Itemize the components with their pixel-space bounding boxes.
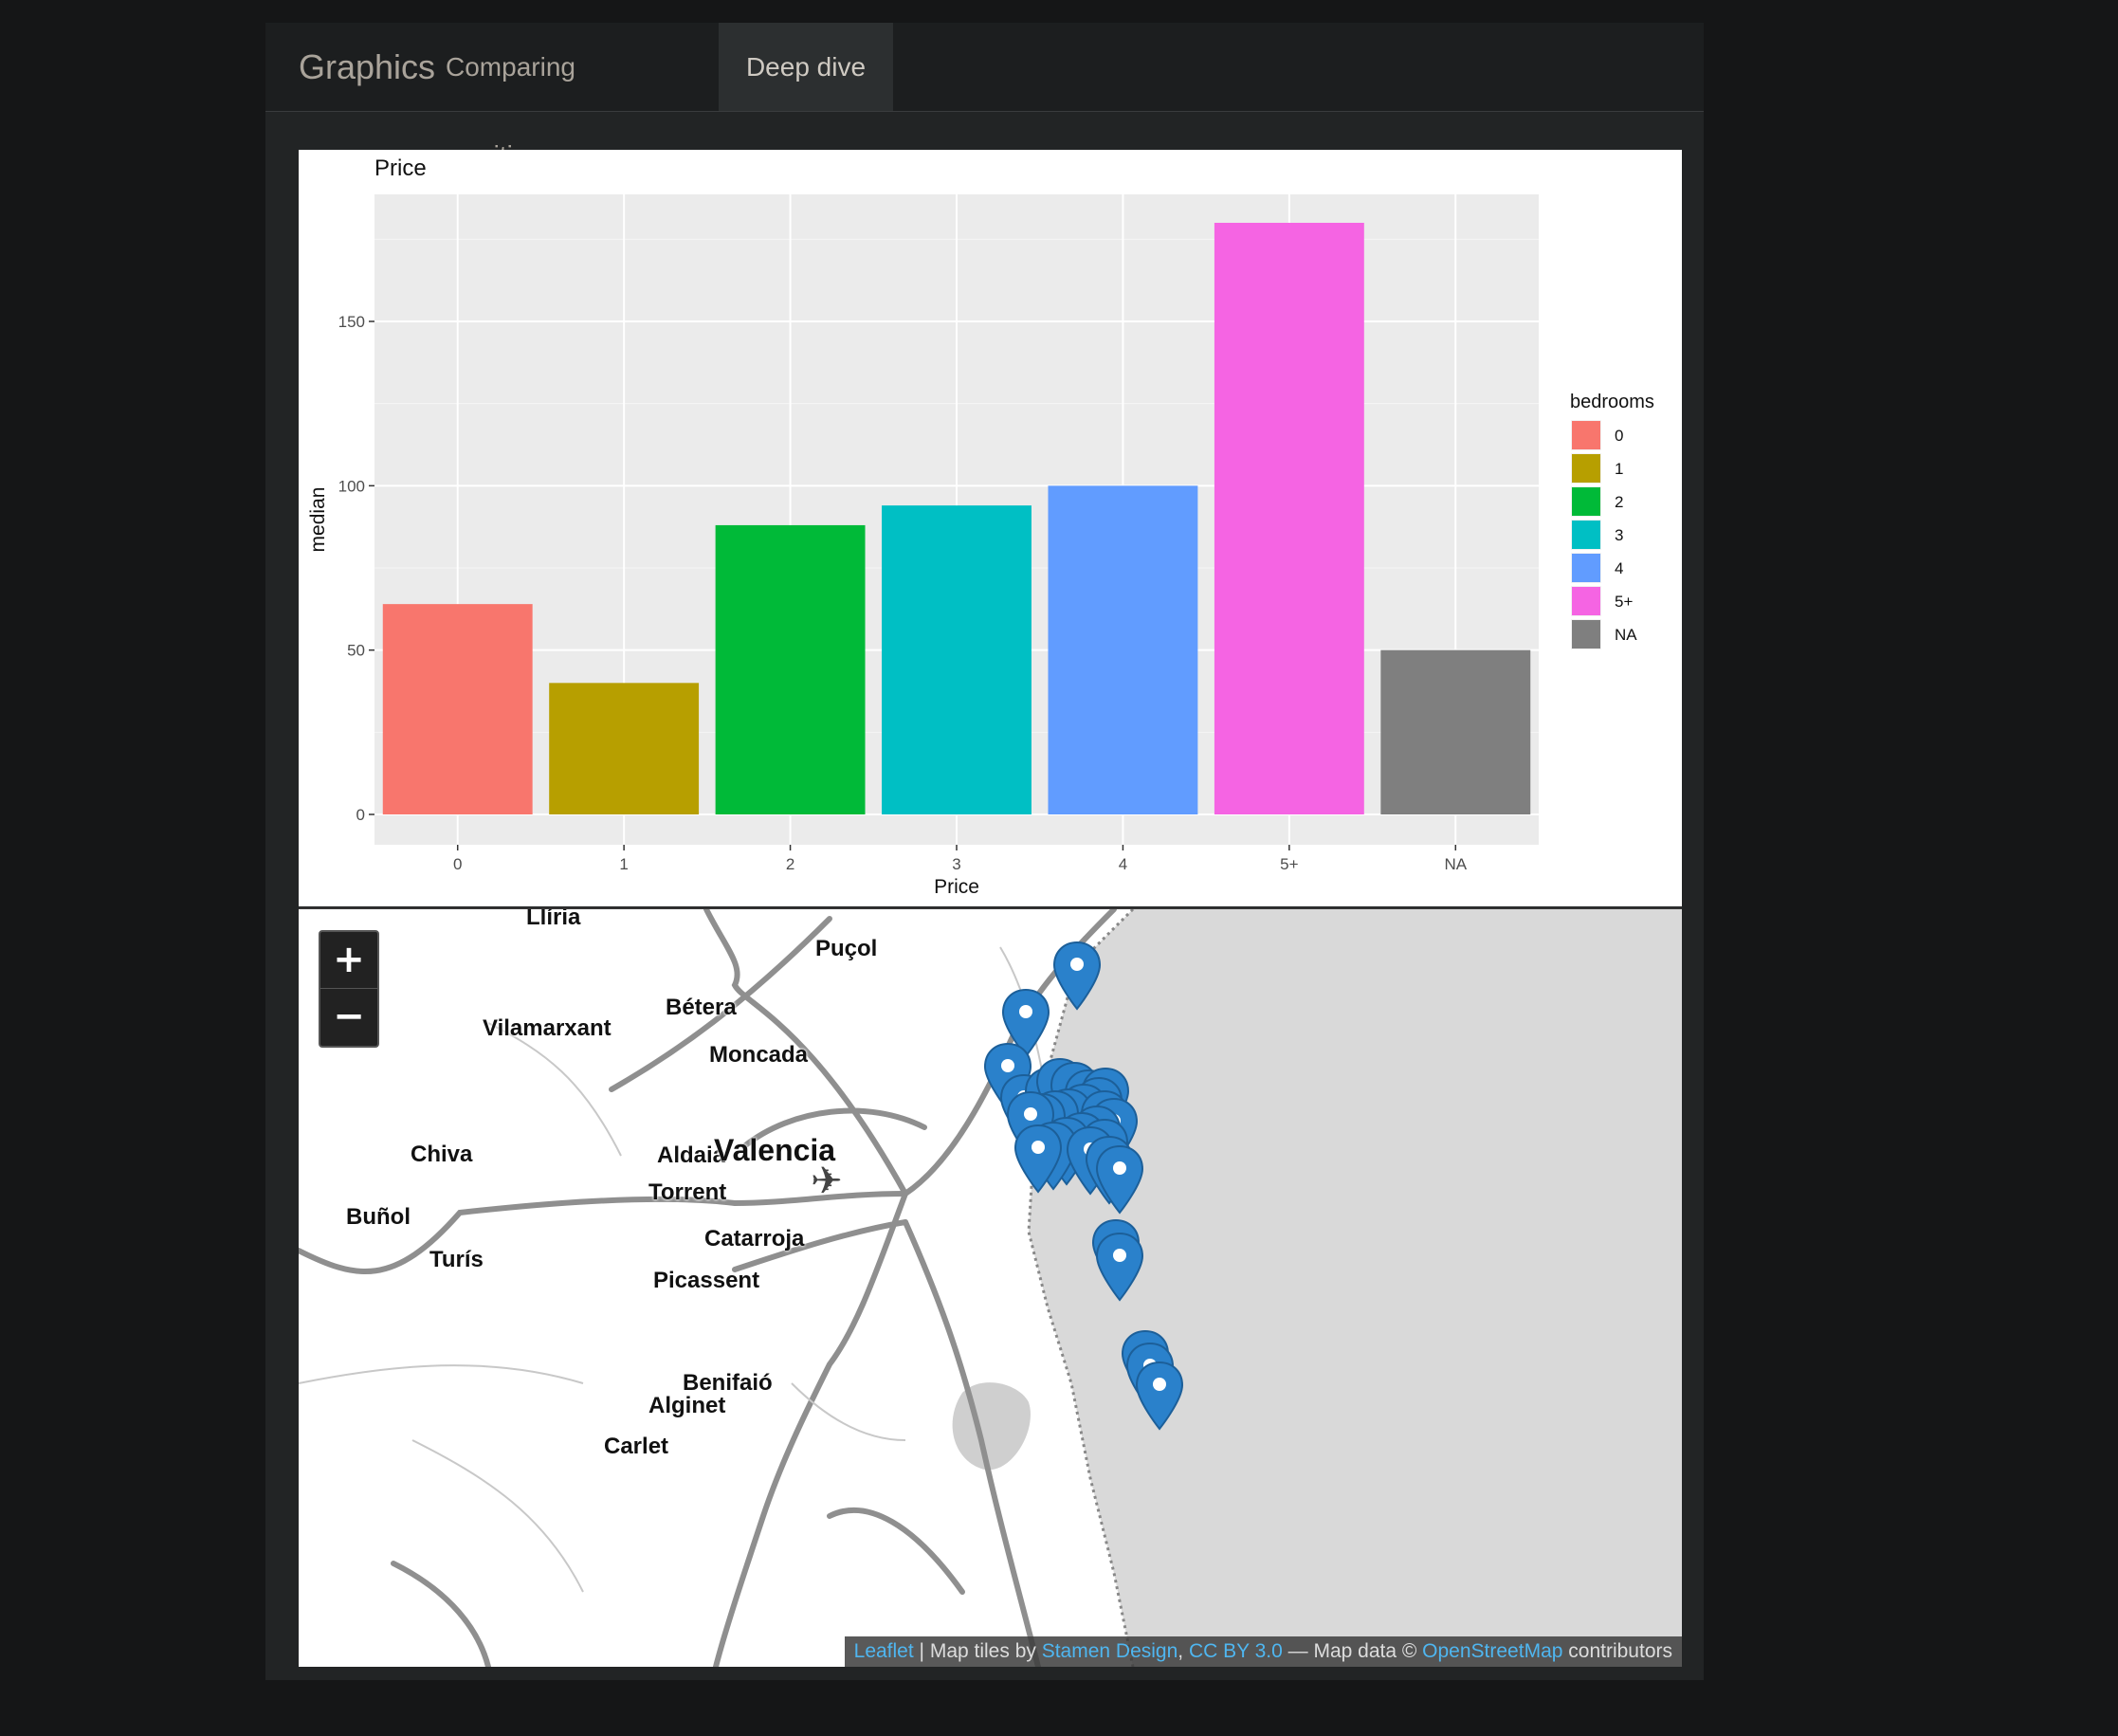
bar-1 — [549, 683, 700, 814]
city-label: Buñol — [346, 1204, 411, 1230]
y-tick-label: 50 — [347, 642, 365, 660]
map-attribution: Leaflet | Map tiles by Stamen Design, CC… — [844, 1636, 1682, 1667]
y-tick-label: 150 — [338, 313, 365, 331]
map-panel[interactable]: ✈ Llíria Puçol Bétera Vilamarxant Moncad… — [299, 907, 1682, 1667]
x-tick-label: 3 — [952, 855, 960, 873]
city-label: Valencia — [714, 1133, 836, 1167]
legend-label: 2 — [1615, 493, 1623, 511]
legend-swatch-3 — [1572, 521, 1600, 549]
legend-swatch-0 — [1572, 421, 1600, 449]
leaflet-link[interactable]: Leaflet — [854, 1640, 914, 1662]
x-axis-label: Price — [934, 876, 979, 898]
legend-swatch-4 — [1572, 554, 1600, 582]
x-tick-label: 2 — [786, 855, 794, 873]
stamen-link[interactable]: Stamen Design — [1042, 1640, 1178, 1662]
legend-label: 0 — [1615, 427, 1623, 445]
city-label: Vilamarxant — [483, 1015, 612, 1041]
x-tick-label: 0 — [453, 855, 462, 873]
city-label: Moncada — [709, 1042, 809, 1068]
bar-2 — [715, 524, 866, 814]
legend-label: 3 — [1615, 526, 1623, 544]
legend-label: 4 — [1615, 559, 1623, 577]
legend: bedrooms 0 1 2 3 4 5+ NA — [1570, 392, 1654, 649]
y-tick-label: 0 — [356, 806, 365, 824]
x-tick-label: NA — [1444, 855, 1467, 873]
bar-chart-panel: 0 50 100 150 0 1 2 3 4 5+ NA Price Price median be… — [299, 150, 1682, 906]
legend-title: bedrooms — [1570, 392, 1654, 412]
bar-4 — [1048, 485, 1198, 814]
zoom-control: + − — [319, 930, 379, 1048]
bar-NA — [1380, 649, 1531, 814]
legend-swatch-2 — [1572, 487, 1600, 516]
legend-swatch-NA — [1572, 620, 1600, 649]
tab-deep-dive[interactable]: Deep dive — [719, 23, 893, 111]
x-tick-label: 4 — [1119, 855, 1127, 873]
city-label: Puçol — [815, 936, 878, 961]
legend-label: 1 — [1615, 460, 1623, 478]
y-tick-label: 100 — [338, 477, 365, 495]
attribution-text: | Map tiles by — [913, 1640, 1042, 1662]
chart-title: Price — [374, 155, 427, 181]
bar-chart: 0 50 100 150 0 1 2 3 4 5+ NA Price Price median be… — [307, 155, 1654, 898]
city-label: Chiva — [411, 1142, 473, 1167]
lake-albufera — [952, 1382, 1031, 1471]
x-tick-label: 1 — [619, 855, 628, 873]
navbar: Graphics Comparing cities Deep dive — [265, 23, 1704, 170]
bar-0 — [382, 604, 533, 814]
city-label: Carlet — [604, 1434, 669, 1459]
tab-comparing-cities[interactable]: Comparing cities — [422, 23, 599, 170]
y-axis-label: median — [307, 487, 329, 553]
osm-link[interactable]: OpenStreetMap — [1422, 1640, 1562, 1662]
city-label: Turís — [429, 1247, 484, 1272]
attribution-text: , — [1178, 1640, 1189, 1662]
navbar-brand[interactable]: Graphics — [299, 23, 435, 111]
legend-swatch-5+ — [1572, 587, 1600, 615]
city-label: Picassent — [653, 1268, 760, 1293]
x-tick-label: 5+ — [1280, 855, 1298, 873]
city-label: Bétera — [666, 995, 737, 1020]
legend-label: NA — [1615, 626, 1637, 644]
legend-swatch-1 — [1572, 454, 1600, 483]
attribution-text: contributors — [1562, 1640, 1672, 1662]
city-label: Alginet — [648, 1393, 726, 1418]
license-link[interactable]: CC BY 3.0 — [1189, 1640, 1283, 1662]
bar-3 — [882, 505, 1032, 814]
legend-label: 5+ — [1615, 593, 1633, 611]
city-label: Creu de Marmoure — [823, 909, 1024, 915]
zoom-in-button[interactable]: + — [320, 932, 377, 989]
attribution-text: — Map data © — [1282, 1640, 1423, 1662]
zoom-out-button[interactable]: − — [320, 989, 377, 1045]
bar-5+ — [1214, 223, 1364, 814]
city-label: Llíria — [526, 907, 581, 930]
city-label: Catarroja — [704, 1226, 805, 1252]
city-label: Torrent — [648, 1179, 727, 1205]
